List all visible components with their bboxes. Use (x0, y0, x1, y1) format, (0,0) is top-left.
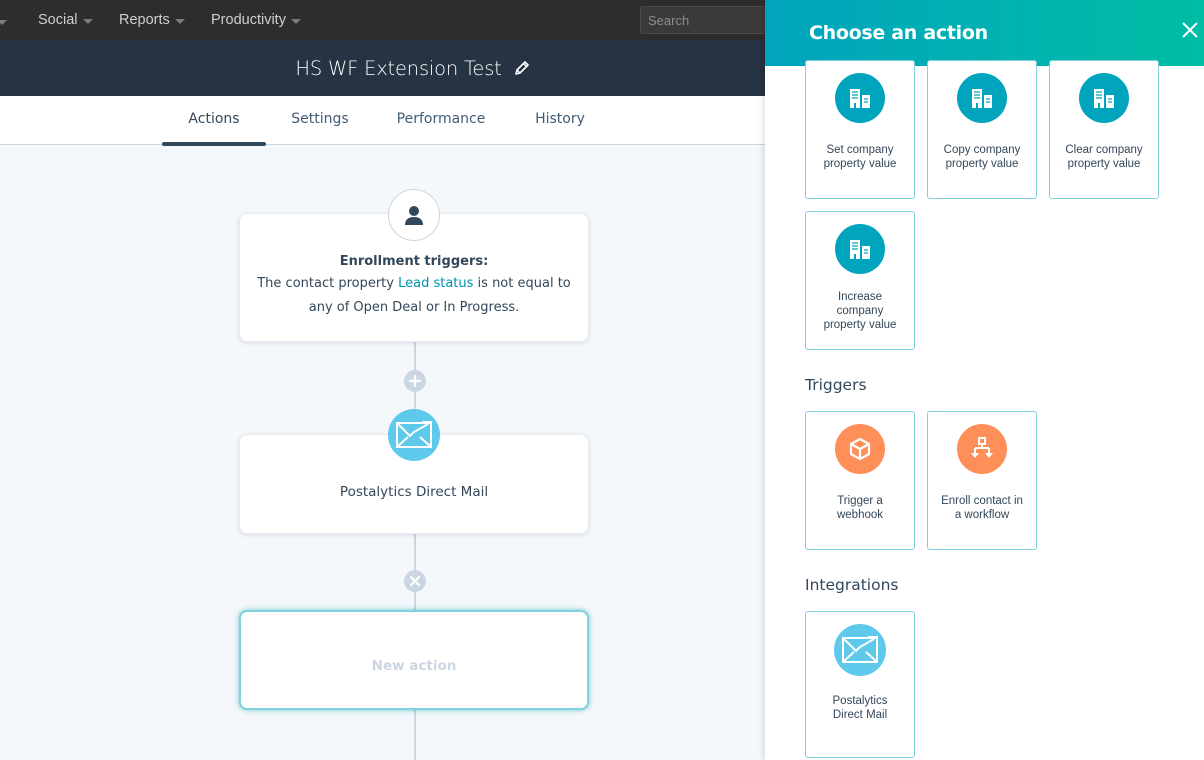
chevron-down-icon (82, 18, 93, 24)
nav-item-label: Reports (119, 11, 170, 28)
mail-icon (834, 624, 886, 676)
workflow-tabs: Actions Settings Performance History (0, 96, 765, 146)
tab-settings[interactable]: Settings (280, 96, 360, 144)
action-card-label: Enroll contact in a workflow (941, 495, 1023, 521)
action-card-increase-company-property[interactable]: Increase company property value (805, 211, 915, 350)
nav-item-social[interactable]: Social (38, 0, 93, 40)
action-card-enroll-in-workflow[interactable]: Enroll contact in a workflow (927, 411, 1037, 550)
panel-header: Choose an action (765, 0, 1204, 66)
choose-action-panel: Choose an action Set company property va… (765, 0, 1204, 760)
action-card-clear-company-property[interactable]: Clear company property value (1049, 60, 1159, 199)
building-icon (957, 73, 1007, 123)
action-card-set-company-property[interactable]: Set company property value (805, 60, 915, 199)
new-action-label: New action (371, 658, 457, 674)
chevron-down-icon (174, 18, 185, 24)
tab-label: Settings (291, 111, 349, 127)
action-card-label: Set company property value (823, 144, 897, 170)
nav-item-label: Productivity (211, 11, 286, 28)
section-title-triggers: Triggers (805, 376, 867, 394)
chevron-down-icon (290, 18, 301, 24)
action-card-trigger-webhook[interactable]: Trigger a webhook (805, 411, 915, 550)
enrollment-title: Enrollment triggers: (339, 254, 489, 269)
search-input[interactable] (640, 6, 780, 34)
cube-icon (835, 424, 885, 474)
workflow-icon (957, 424, 1007, 474)
action-card-label: Copy company property value (943, 144, 1021, 170)
enrollment-description: The contact property Lead status is not … (240, 272, 588, 320)
tab-performance[interactable]: Performance (388, 96, 494, 144)
tab-history[interactable]: History (525, 96, 595, 144)
nav-item-reports[interactable]: Reports (119, 0, 185, 40)
action-card-label: Increase company property value (823, 291, 897, 331)
section-title-integrations: Integrations (805, 576, 899, 594)
enrollment-text: is not equal to (473, 276, 571, 291)
pencil-icon[interactable] (514, 60, 530, 76)
nav-item-productivity[interactable]: Productivity (211, 0, 301, 40)
tab-label: Performance (396, 111, 486, 127)
add-action-button[interactable] (404, 370, 426, 392)
panel-title: Choose an action (809, 22, 988, 44)
action-card-label: Trigger a webhook (836, 495, 884, 521)
action-title: Postalytics Direct Mail (339, 484, 489, 500)
remove-action-button[interactable] (404, 570, 426, 592)
building-icon (1079, 73, 1129, 123)
nav-item-label: Social (38, 11, 78, 28)
tab-label: Actions (188, 111, 240, 127)
tab-label: History (535, 111, 585, 127)
connector-line (414, 709, 416, 760)
tab-actions[interactable]: Actions (162, 96, 266, 146)
action-card-postalytics[interactable]: Postalytics Direct Mail (805, 611, 915, 758)
enrollment-text: any of Open Deal or In Progress. (308, 300, 520, 315)
workflow-title[interactable]: HS WF Extension Test (295, 57, 501, 80)
close-icon (409, 575, 421, 587)
new-action-card[interactable]: New action (239, 610, 589, 710)
contact-icon (388, 189, 440, 241)
building-icon (835, 73, 885, 123)
chevron-down-icon[interactable] (0, 20, 7, 25)
workflow-title-bar: HS WF Extension Test (0, 40, 765, 96)
action-card-label: Clear company property value (1065, 144, 1143, 170)
plus-icon (408, 374, 422, 388)
action-card-label: Postalytics Direct Mail (832, 695, 888, 721)
action-card-copy-company-property[interactable]: Copy company property value (927, 60, 1037, 199)
mail-icon (388, 409, 440, 461)
enrollment-text: The contact property (257, 276, 399, 291)
close-icon[interactable] (1178, 18, 1202, 42)
lead-status-link[interactable]: Lead status (398, 276, 473, 291)
building-icon (835, 224, 885, 274)
